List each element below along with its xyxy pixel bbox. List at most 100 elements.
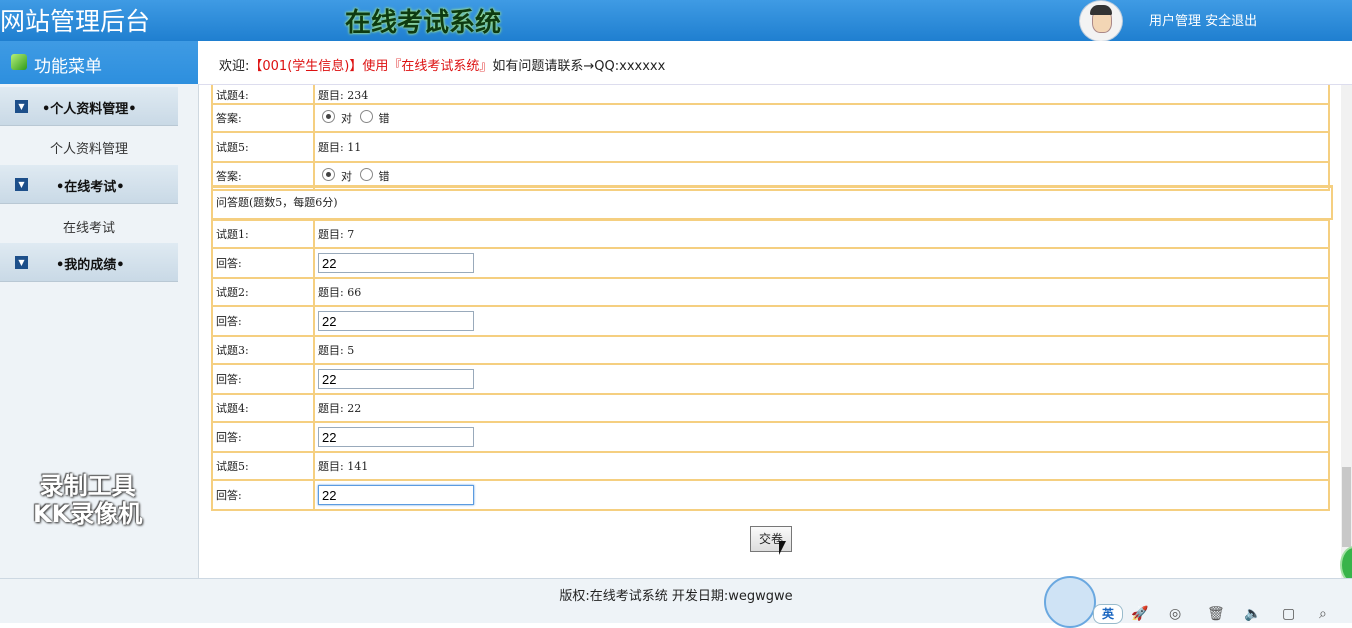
speaker-icon[interactable]: 🔈: [1244, 606, 1261, 622]
table-row: 回答:: [211, 247, 1330, 279]
welcome-contact: 如有问题请联系→QQ:xxxxxx: [492, 59, 666, 74]
radio-false[interactable]: [359, 110, 373, 123]
answer-input-2[interactable]: [318, 311, 474, 331]
answer-label: 答案:: [211, 103, 315, 133]
table-row: 试题4: 题目: 22: [211, 393, 1330, 423]
answer-label: 回答:: [211, 363, 315, 395]
sidebar-section-label: •个人资料管理•: [42, 102, 137, 117]
option-true-label: 对: [341, 170, 352, 183]
answer-cell: [313, 479, 1330, 511]
table-row: 回答:: [211, 421, 1330, 453]
system-title: 在线考试系统: [345, 8, 502, 38]
disc-icon[interactable]: ◎: [1169, 606, 1181, 622]
option-true-label: 对: [341, 112, 352, 125]
search-icon[interactable]: ⌕: [1319, 606, 1327, 622]
table-row: 试题3: 题目: 5: [211, 335, 1330, 365]
answer-options: 对 错: [313, 103, 1330, 133]
answer-cell: [313, 421, 1330, 453]
answer-input-5[interactable]: [318, 485, 474, 505]
menu-header: 功能菜单: [0, 41, 198, 84]
table-row: 回答:: [211, 479, 1330, 511]
sidebar-section-profile[interactable]: ▼ •个人资料管理•: [0, 87, 178, 126]
sidebar-section-exam[interactable]: ▼ •在线考试•: [0, 165, 178, 204]
chevron-down-icon: ▼: [15, 256, 28, 269]
sidebar-item-exam[interactable]: 在线考试: [0, 217, 178, 236]
content-scrollbar[interactable]: [1341, 85, 1352, 578]
table-row: 回答:: [211, 363, 1330, 395]
welcome-system: 『在线考试系统』: [388, 59, 493, 74]
ime-indicator[interactable]: 英: [1093, 604, 1123, 624]
option-false-label: 错: [378, 170, 390, 183]
user-avatar: [1079, 0, 1123, 42]
question-label: 试题1:: [211, 219, 315, 249]
table-row: 答案: 对 错: [211, 103, 1330, 133]
question-label: 试题4:: [211, 85, 315, 105]
table-row: 试题5: 题目: 11: [211, 131, 1330, 163]
essay-section-title: 问答题(题数5，每题6分): [211, 185, 1333, 220]
watermark-line2: KK录像机: [33, 500, 143, 528]
answer-input-4[interactable]: [318, 427, 474, 447]
rocket-icon[interactable]: 🚀: [1131, 606, 1148, 622]
question-label: 试题5:: [211, 451, 315, 481]
question-label: 试题5:: [211, 131, 315, 163]
radio-true[interactable]: [322, 110, 335, 123]
question-text: 题目: 141: [313, 451, 1330, 481]
answer-label: 回答:: [211, 305, 315, 337]
cube-icon: [11, 54, 27, 70]
sidebar-item-profile[interactable]: 个人资料管理: [0, 138, 178, 157]
table-row: 回答:: [211, 305, 1330, 337]
option-false-label: 错: [378, 112, 390, 125]
answer-cell: [313, 363, 1330, 395]
answer-cell: [313, 305, 1330, 337]
window-icon[interactable]: ▢: [1282, 606, 1295, 622]
sidebar-section-scores[interactable]: ▼ •我的成绩•: [0, 243, 178, 282]
header-links: 用户管理 安全退出: [1149, 10, 1257, 29]
trash-icon[interactable]: 🗑: [1207, 606, 1225, 622]
scrollbar-thumb[interactable]: [1342, 467, 1351, 547]
table-row: 试题1: 题目: 7: [211, 219, 1330, 249]
answer-input-3[interactable]: [318, 369, 474, 389]
site-title: 网站管理后台: [0, 7, 151, 36]
footer: 版权:在线考试系统 开发日期:wegwgwe: [0, 578, 1352, 623]
question-label: 试题4:: [211, 393, 315, 423]
logout-link[interactable]: 安全退出: [1205, 14, 1257, 29]
answer-label: 回答:: [211, 421, 315, 453]
mouse-cursor-icon: [779, 541, 786, 555]
question-text: 题目: 5: [313, 335, 1330, 365]
welcome-user: 【001(学生信息)】: [249, 59, 363, 74]
sidebar-section-label: •我的成绩•: [56, 258, 125, 273]
question-text: 题目: 11: [313, 131, 1330, 163]
question-label: 试题3:: [211, 335, 315, 365]
footer-copyright: 版权:在线考试系统 开发日期:wegwgwe: [559, 589, 793, 604]
chevron-down-icon: ▼: [15, 178, 28, 191]
essay-table: 试题1:题目: 7 回答: 试题2:题目: 66 回答: 试题3:题目: 5 回…: [211, 219, 1330, 511]
user-manage-link[interactable]: 用户管理: [1149, 14, 1201, 29]
exam-content: 试题4: 题目: 234 答案: 对 错 试题5: 题目: 11 答案: 对 错…: [199, 85, 1352, 578]
question-label: 试题2:: [211, 277, 315, 307]
radio-false[interactable]: [359, 168, 373, 181]
question-text: 题目: 7: [313, 219, 1330, 249]
question-text: 题目: 66: [313, 277, 1330, 307]
radio-true[interactable]: [322, 168, 335, 181]
answer-input-1[interactable]: [318, 253, 474, 273]
answer-label: 回答:: [211, 479, 315, 511]
avatar-hair: [1090, 5, 1112, 15]
header-bar: 网站管理后台 在线考试系统 用户管理 安全退出: [0, 0, 1352, 42]
question-text: 题目: 234: [313, 85, 1330, 105]
chevron-down-icon: ▼: [15, 100, 28, 113]
watermark-line1: 录制工具: [39, 472, 136, 500]
sidebar-section-label: •在线考试•: [56, 180, 125, 195]
table-row: 试题2: 题目: 66: [211, 277, 1330, 307]
welcome-text: 欢迎:【001(学生信息)】使用『在线考试系统』如有问题请联系→QQ:xxxxx…: [219, 55, 665, 74]
question-text: 题目: 22: [313, 393, 1330, 423]
table-row: 试题4: 题目: 234: [211, 85, 1330, 105]
judgment-table: 试题4: 题目: 234 答案: 对 错 试题5: 题目: 11 答案: 对 错: [211, 85, 1330, 191]
answer-cell: [313, 247, 1330, 279]
welcome-bar: 欢迎:【001(学生信息)】使用『在线考试系统』如有问题请联系→QQ:xxxxx…: [199, 41, 1352, 85]
recorder-watermark: 录制工具 KK录像机: [33, 472, 142, 528]
answer-label: 回答:: [211, 247, 315, 279]
welcome-prefix: 欢迎:: [219, 59, 250, 74]
menu-title: 功能菜单: [34, 57, 102, 77]
table-row: 试题5: 题目: 141: [211, 451, 1330, 481]
assistant-avatar-icon[interactable]: [1044, 576, 1096, 628]
